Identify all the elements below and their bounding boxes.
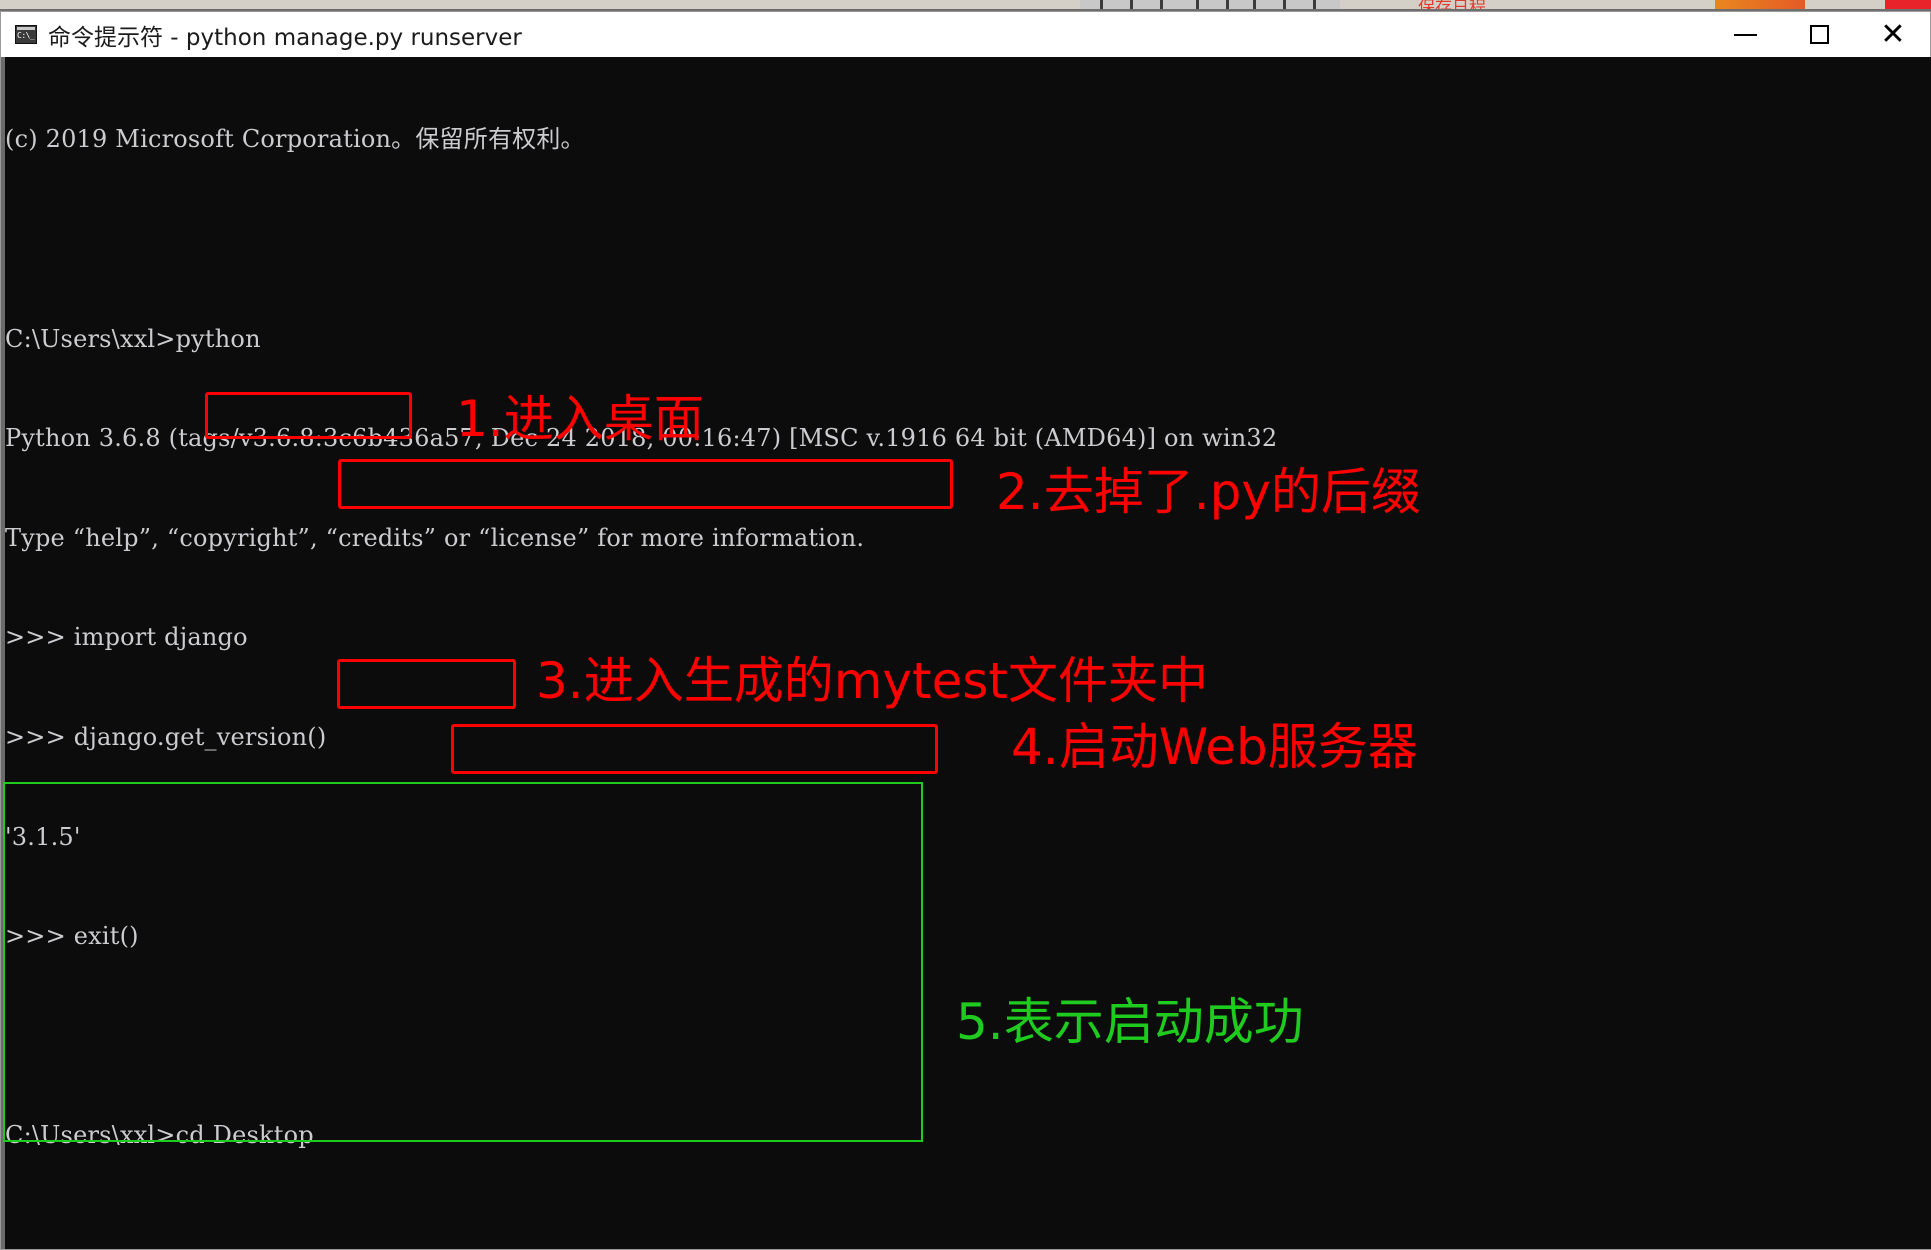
background-window-sliver: 保存日程 [0, 0, 1931, 11]
annotation-box-3 [337, 659, 516, 709]
annotation-box-1 [205, 392, 412, 439]
console-line: (c) 2019 Microsoft Corporation。保留所有权利。 [5, 125, 585, 154]
window-title: 命令提示符 - python manage.py runserver [48, 24, 522, 51]
annotation-label-2: 2.去掉了.py的后缀 [996, 463, 1421, 521]
close-icon: ✕ [1880, 16, 1906, 52]
annotation-label-4: 4.启动Web服务器 [1011, 718, 1418, 776]
window-controls: ✕ [1708, 12, 1930, 57]
annotation-label-5: 5.表示启动成功 [956, 993, 1304, 1051]
console-line: C:\Users\xxl>python [5, 324, 261, 353]
titlebar-left-group: 命令提示符 - python manage.py runserver [1, 18, 1708, 52]
close-button[interactable]: ✕ [1856, 12, 1930, 57]
window-titlebar[interactable]: 命令提示符 - python manage.py runserver ✕ [1, 12, 1930, 57]
maximize-icon [1809, 25, 1829, 44]
annotation-box-5 [3, 782, 923, 1142]
cmd-console-icon [15, 25, 37, 44]
annotation-label-1: 1.进入桌面 [456, 390, 704, 448]
console-line: >>> import django [5, 623, 248, 652]
command-prompt-window: 命令提示符 - python manage.py runserver ✕ (c)… [0, 11, 1931, 1250]
annotation-label-3: 3.进入生成的mytest文件夹中 [536, 652, 1209, 710]
minimize-icon [1733, 33, 1757, 36]
annotation-box-4 [451, 724, 938, 774]
annotation-box-2 [338, 459, 953, 509]
console-output-area[interactable]: (c) 2019 Microsoft Corporation。保留所有权利。 C… [1, 57, 1931, 1249]
minimize-button[interactable] [1708, 12, 1782, 57]
console-line: Type “help”, “copyright”, “credits” or “… [5, 523, 865, 552]
maximize-button[interactable] [1782, 12, 1856, 57]
